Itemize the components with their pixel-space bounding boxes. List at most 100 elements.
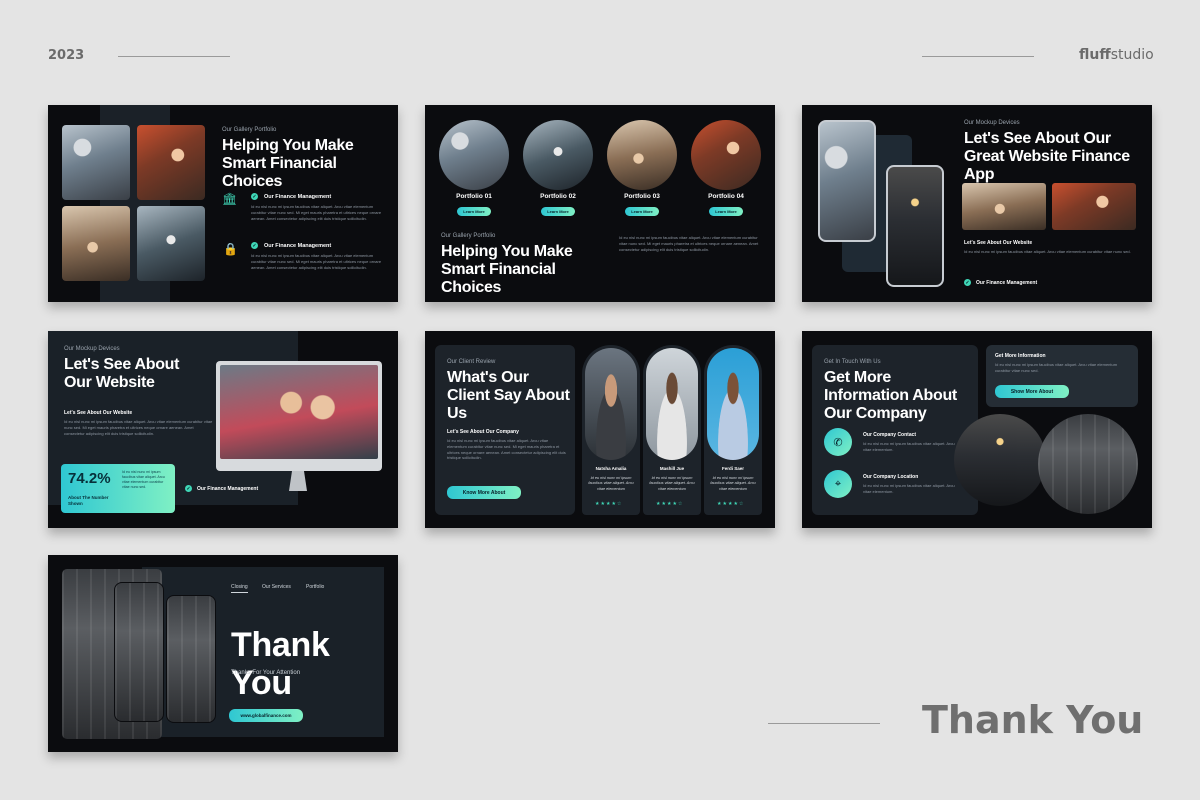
location-text: Id eu nisl nunc mi ipsum faucibus vitae … — [863, 483, 955, 494]
slide-portfolio-grid[interactable]: Portfolio 01 Portfolio 02 Portfolio 03 P… — [425, 105, 775, 302]
portfolio-label: Portfolio 04 — [708, 193, 744, 200]
slide-mockup-website[interactable]: Our Mockup Devices Let's See About Our W… — [48, 331, 398, 528]
star-rating: ★★★★☆ — [595, 501, 623, 507]
bank-icon: 🏛 — [222, 192, 238, 206]
thank-you-subtitle: Thanks For Your Attention — [231, 670, 301, 676]
know-more-button[interactable]: Know More About — [447, 486, 521, 499]
slide-gallery-portfolio[interactable]: Our Gallery Portfolio Helping You Make S… — [48, 105, 398, 302]
monitor-mockup — [216, 361, 382, 471]
reviewer-name: Ferdi Saer — [721, 466, 744, 471]
phone-icon: ✆ — [824, 428, 852, 456]
location-label: Our Company Location — [863, 474, 919, 480]
stat-label: About The Number Shown — [68, 495, 109, 506]
brand-logo: fluffstudio — [1079, 47, 1154, 63]
year-label: 2023 — [48, 48, 85, 63]
slide5-text: Id eu nisl nunc mi ipsum faucibus vitae … — [447, 438, 566, 461]
slide-contact-info[interactable]: Get In Touch With Us Get More Informatio… — [802, 331, 1152, 528]
reviewer-photo — [707, 348, 759, 460]
portfolio-photo-3 — [607, 120, 677, 190]
slide5-title: What's Our Client Say About Us — [447, 369, 570, 422]
slide-thank-you[interactable]: Closing Our Services Portfolio Thank You… — [48, 555, 398, 752]
portfolio-label: Portfolio 03 — [624, 193, 660, 200]
phone-mockup-right — [886, 165, 944, 287]
pin-icon: ⌖ — [824, 470, 852, 498]
slide2-text: Id eu nisl nunc mi ipsum faucibus vitae … — [619, 235, 759, 252]
reviewer-name: Mashill Jue — [659, 466, 685, 471]
app-photo-2 — [1052, 183, 1136, 230]
reviewer-quote: Id eu nisl nunc mi ipsum faucibus vitae … — [649, 476, 695, 491]
slide3-title: Let's See About Our Great Website Financ… — [964, 130, 1130, 183]
slide5-sub: Let's See About Our Company — [447, 429, 519, 435]
check-icon: ✓ — [964, 279, 971, 286]
check-icon: ✓ — [185, 485, 192, 492]
header-rule-right — [922, 56, 1034, 57]
portfolio-label: Portfolio 01 — [456, 193, 492, 200]
slide1-title: Helping You Make Smart Financial Choices — [222, 137, 354, 190]
learn-more-button[interactable]: Learn More — [541, 207, 575, 216]
slide6-title: Get More Information About Our Company — [824, 369, 957, 422]
slide3-eyebrow: Our Mockup Devices — [964, 120, 1020, 126]
office-photo-strip-2 — [166, 595, 216, 723]
info-text: Id eu nisl nunc mi ipsum faucibus vitae … — [995, 362, 1118, 373]
footer-rule — [768, 723, 880, 724]
slide1-text2: Id eu nisl nunc mi ipsum faucibus vitae … — [251, 253, 382, 270]
thank-you-title: Thank You — [231, 626, 330, 703]
reviewer-quote: Id eu nisl nunc mi ipsum faucibus vitae … — [710, 476, 756, 491]
nav-closing[interactable]: Closing — [231, 584, 248, 593]
slide3-text: Id eu nisl nunc mi ipsum faucibus vitae … — [964, 249, 1131, 254]
check-icon: ✓ — [251, 193, 258, 200]
slide-mockup-app[interactable]: Our Mockup Devices Let's See About Our G… — [802, 105, 1152, 302]
reviewer-photo — [585, 348, 637, 460]
reviewer-name: Natsha Amalia — [595, 466, 627, 471]
portfolio-photo-4 — [691, 120, 761, 190]
header-rule-left — [118, 56, 230, 57]
show-more-button[interactable]: Show More About — [995, 385, 1069, 398]
slide2-eyebrow: Our Gallery Portfolio — [441, 233, 496, 239]
slide1-item2: Our Finance Management — [264, 243, 332, 249]
nav-services[interactable]: Our Services — [262, 584, 291, 590]
slide4-eyebrow: Our Mockup Devices — [64, 346, 120, 352]
office-photo-circle-1 — [954, 414, 1046, 506]
star-rating: ★★★★☆ — [656, 501, 684, 507]
reviewer-photo — [646, 348, 698, 460]
learn-more-button[interactable]: Learn More — [625, 207, 659, 216]
star-rating: ★★★★☆ — [717, 501, 745, 507]
stat-value: 74.2% — [68, 470, 111, 487]
contact-label: Our Company Contact — [863, 432, 917, 438]
slide5-eyebrow: Our Client Review — [447, 359, 496, 365]
portfolio-photo-2 — [523, 120, 593, 190]
slide2-title: Helping You Make Smart Financial Choices — [441, 243, 573, 296]
slide6-eyebrow: Get In Touch With Us — [824, 359, 881, 365]
nav-portfolio[interactable]: Portfolio — [306, 584, 324, 590]
photo-office — [62, 125, 130, 200]
photo-team — [137, 125, 205, 200]
app-photo-1 — [962, 183, 1046, 230]
photo-meeting — [62, 206, 130, 281]
slide-client-review[interactable]: Our Client Review What's Our Client Say … — [425, 331, 775, 528]
website-link[interactable]: www.globalfinance.com — [229, 709, 303, 722]
brand-bold: fluff — [1079, 47, 1111, 63]
stat-text: Id eu nisl nunc mi ipsum faucibus vitae … — [122, 470, 165, 490]
info-title: Get More Information — [995, 353, 1046, 359]
slide4-item: Our Finance Management — [197, 486, 259, 492]
check-icon: ✓ — [251, 242, 258, 249]
slide4-title: Let's See About Our Website — [64, 356, 180, 391]
lock-icon: 🔒 — [223, 242, 238, 256]
portfolio-label: Portfolio 02 — [540, 193, 576, 200]
slide3-sub: Let's See About Our Website — [964, 240, 1033, 246]
contact-text: Id eu nisl nunc mi ipsum faucibus vitae … — [863, 441, 955, 452]
slide4-text: Id eu nisl nunc mi ipsum faucibus vitae … — [64, 419, 213, 436]
slide3-item: Our Finance Management — [976, 280, 1038, 286]
slide1-text1: Id eu nisl nunc mi ipsum faucibus vitae … — [251, 204, 382, 221]
slide4-sub: Let's See About Our Website — [64, 410, 133, 416]
portfolio-photo-1 — [439, 120, 509, 190]
brand-light: studio — [1110, 47, 1154, 63]
reviewer-quote: Id eu nisl nunc mi ipsum faucibus vitae … — [588, 476, 634, 491]
footer-title: Thank You — [922, 698, 1144, 742]
photo-masked-team — [137, 206, 205, 281]
slide1-item1: Our Finance Management — [264, 194, 332, 200]
learn-more-button[interactable]: Learn More — [709, 207, 743, 216]
office-photo-strip-1 — [114, 582, 164, 722]
slide1-eyebrow: Our Gallery Portfolio — [222, 127, 277, 133]
learn-more-button[interactable]: Learn More — [457, 207, 491, 216]
